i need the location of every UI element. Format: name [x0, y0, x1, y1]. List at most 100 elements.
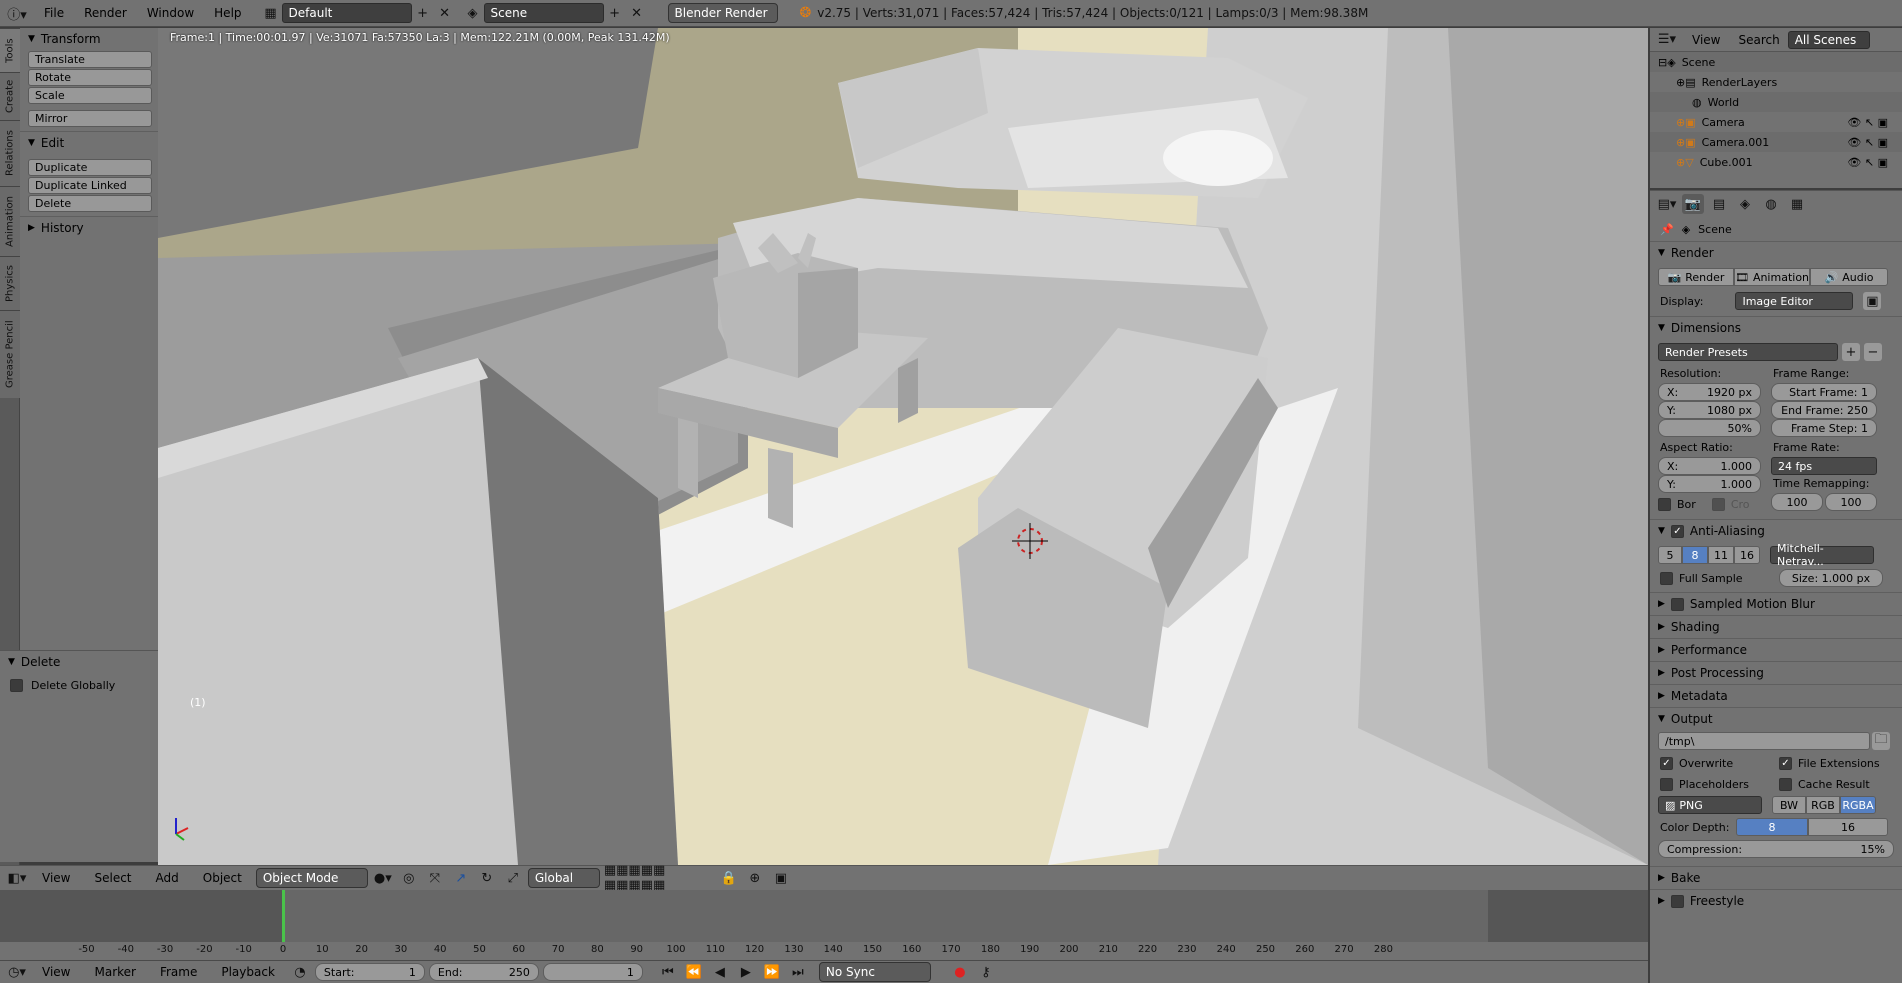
end-frame-prop[interactable]: End Frame: 250	[1771, 401, 1877, 419]
resolution-x-field[interactable]: X: 1920 px	[1658, 383, 1761, 401]
color-depth-16[interactable]: 16	[1808, 818, 1888, 836]
menu-file[interactable]: File	[34, 6, 74, 20]
scene-field[interactable]: Scene	[483, 3, 604, 23]
visibility-icons[interactable]: 👁 ↖ ▣	[1847, 116, 1888, 129]
menu-window[interactable]: Window	[137, 6, 204, 20]
delete-panel-header[interactable]: ▼ Delete	[0, 651, 158, 673]
play-icon[interactable]: ▶	[735, 962, 757, 982]
play-reverse-icon[interactable]: ◀	[709, 962, 731, 982]
duplicate-linked-button[interactable]: Duplicate Linked	[28, 177, 152, 194]
scale-button[interactable]: Scale	[28, 87, 152, 104]
pivot-icon[interactable]: ◎	[398, 868, 420, 888]
layout-icon[interactable]: ▦	[260, 3, 282, 23]
outliner-item-cube-001[interactable]: ⊕▽ Cube.001 👁 ↖ ▣	[1650, 152, 1902, 172]
tab-relations[interactable]: Relations	[0, 120, 20, 186]
overwrite-checkbox[interactable]: ✓	[1660, 756, 1673, 770]
border-checkbox[interactable]	[1658, 497, 1671, 511]
tab-create[interactable]: Create	[0, 72, 20, 120]
dimensions-panel-header[interactable]: ▼ Dimensions	[1650, 316, 1902, 339]
display-select[interactable]: Image Editor	[1735, 292, 1854, 310]
record-icon[interactable]: ●	[949, 962, 971, 982]
scene-tab-icon[interactable]: ◈	[1734, 194, 1756, 214]
audio-button[interactable]: 🔊 Audio	[1810, 268, 1888, 286]
keying-set-icon[interactable]: ⚷	[975, 962, 997, 982]
post-processing-panel-header[interactable]: ▶ Post Processing	[1650, 661, 1902, 684]
current-frame-field[interactable]: 1	[542, 963, 643, 981]
transform-panel-header[interactable]: ▼ Transform	[20, 28, 158, 50]
remove-layout-icon[interactable]: ✕	[434, 3, 456, 23]
info-editor-icon[interactable]: ⓘ▾	[0, 3, 34, 23]
sync-select[interactable]: No Sync	[818, 962, 931, 982]
visibility-icons[interactable]: 👁 ↖ ▣	[1847, 136, 1888, 149]
remove-preset-icon[interactable]: −	[1864, 343, 1882, 361]
output-panel-header[interactable]: ▼ Output	[1650, 707, 1902, 730]
layers-icon[interactable]: ▦▦▦▦▦ ▦▦▦▦▦	[604, 863, 714, 893]
compression-slider[interactable]: Compression: 15%	[1658, 840, 1894, 858]
rotate-manip-icon[interactable]: ↻	[476, 868, 498, 888]
color-mode-rgba[interactable]: RGBA	[1840, 796, 1876, 814]
output-path-field[interactable]: /tmp\	[1658, 732, 1870, 750]
layers-tab-icon[interactable]: ▤	[1708, 194, 1730, 214]
object-tab-icon[interactable]: ▦	[1786, 194, 1808, 214]
add-preset-icon[interactable]: +	[1842, 343, 1860, 361]
color-mode-rgb[interactable]: RGB	[1806, 796, 1840, 814]
full-sample-checkbox[interactable]	[1660, 571, 1673, 585]
start-frame-prop[interactable]: Start Frame: 1	[1771, 383, 1877, 401]
mode-select[interactable]: Object Mode	[255, 868, 368, 888]
tl-view-menu[interactable]: View	[32, 965, 80, 979]
timeline-area[interactable]: -50 -40 -30 -20 -10 0 10 20 30 40 50 60 70 80 90 100 110…	[0, 890, 1648, 960]
current-frame-line[interactable]	[282, 890, 285, 942]
mirror-button[interactable]: Mirror	[28, 110, 152, 127]
timeline-editor-icon[interactable]: ◷▾	[6, 962, 28, 982]
lock-icon[interactable]: 🔒	[718, 868, 740, 888]
resolution-percent-field[interactable]: 50%	[1658, 419, 1761, 437]
tab-physics[interactable]: Physics	[0, 256, 20, 310]
outliner-search-menu[interactable]: Search	[1734, 33, 1783, 47]
world-tab-icon[interactable]: ◍	[1760, 194, 1782, 214]
crop-checkbox[interactable]	[1711, 497, 1725, 511]
translate-manip-icon[interactable]: ↗	[450, 868, 472, 888]
anti-aliasing-checkbox[interactable]: ✓	[1670, 524, 1684, 538]
aa-filter-select[interactable]: Mitchell-Netrav...	[1770, 542, 1874, 568]
render-tab-icon[interactable]: 📷	[1682, 194, 1704, 214]
outliner-item-world[interactable]: ◍ World	[1650, 92, 1902, 112]
tab-animation[interactable]: Animation	[0, 186, 20, 256]
cache-result-checkbox[interactable]	[1779, 777, 1792, 791]
translate-button[interactable]: Translate	[28, 51, 152, 68]
manipulator-icon[interactable]: ⤧	[424, 868, 446, 888]
bake-panel-header[interactable]: ▶ Bake	[1650, 866, 1902, 889]
add-layout-icon[interactable]: +	[412, 3, 434, 23]
jump-end-icon[interactable]: ⏭	[787, 962, 809, 982]
jump-key-back-icon[interactable]: ⏪	[683, 962, 705, 982]
render-panel-header[interactable]: ▼ Render	[1650, 241, 1902, 264]
orientation-select[interactable]: Global	[527, 868, 600, 888]
render-presets-select[interactable]: Render Presets	[1658, 343, 1838, 361]
frame-step-prop[interactable]: Frame Step: 1	[1771, 419, 1877, 437]
remap-new-field[interactable]: 100	[1825, 493, 1877, 511]
delete-button[interactable]: Delete	[28, 195, 152, 212]
add-scene-icon[interactable]: +	[604, 3, 626, 23]
anti-aliasing-panel-header[interactable]: ▼ ✓ Anti-Aliasing	[1650, 519, 1902, 542]
pin-icon[interactable]: 📌	[1660, 223, 1674, 236]
aa-sample-8[interactable]: 8	[1682, 546, 1708, 564]
edit-panel-header[interactable]: ▼ Edit	[20, 131, 158, 153]
color-mode-bw[interactable]: BW	[1772, 796, 1806, 814]
scene-icon[interactable]: ◈	[462, 3, 484, 23]
render-icon[interactable]: ▣	[770, 868, 792, 888]
aspect-x-field[interactable]: X: 1.000	[1658, 457, 1761, 475]
placeholders-checkbox[interactable]	[1660, 777, 1673, 791]
aa-size-field[interactable]: Size: 1.000 px	[1779, 569, 1883, 587]
motion-blur-panel-header[interactable]: ▶ Sampled Motion Blur	[1650, 592, 1902, 615]
color-depth-8[interactable]: 8	[1736, 818, 1808, 836]
end-frame-field[interactable]: End: 250	[428, 963, 539, 981]
render-engine-select[interactable]: Blender Render	[667, 3, 778, 23]
scale-manip-icon[interactable]: ⤢	[502, 868, 524, 888]
start-frame-field[interactable]: Start: 1	[314, 963, 425, 981]
3d-viewport[interactable]: Frame:1 | Time:00:01.97 | Ve:31071 Fa:57…	[158, 28, 1648, 865]
remove-scene-icon[interactable]: ✕	[626, 3, 648, 23]
animation-button[interactable]: 🎞 Animation	[1734, 268, 1810, 286]
shading-panel-header[interactable]: ▶ Shading	[1650, 615, 1902, 638]
folder-icon[interactable]: 🗀	[1872, 732, 1890, 750]
frame-rate-select[interactable]: 24 fps	[1771, 457, 1877, 475]
preview-range-icon[interactable]: ◔	[289, 962, 311, 982]
